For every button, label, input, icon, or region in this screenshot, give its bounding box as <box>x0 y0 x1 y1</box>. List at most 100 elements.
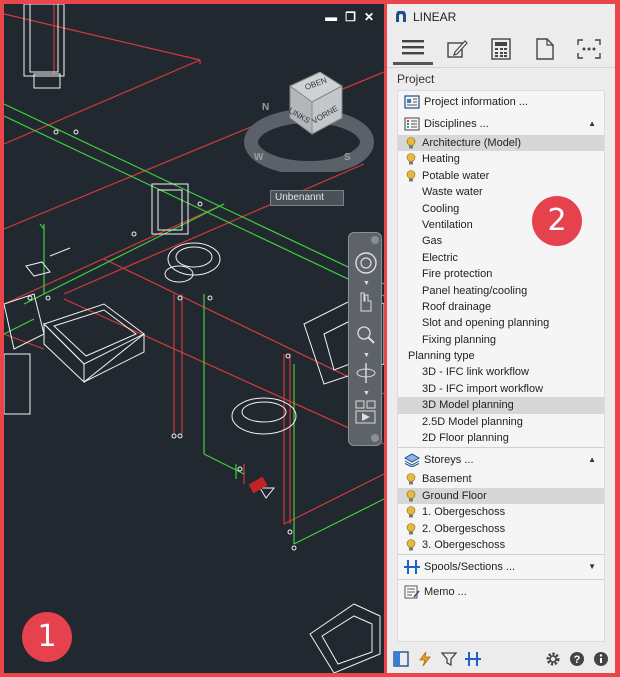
linear-panel: LINEAR Project Project information ... D… <box>387 4 615 673</box>
discipline-item[interactable]: Electric <box>398 250 604 266</box>
discipline-item[interactable]: Architecture (Model) <box>398 135 604 152</box>
planning-type-item[interactable]: 2D Floor planning <box>398 430 604 446</box>
lightbulb-icon[interactable] <box>406 539 416 557</box>
calculator-icon <box>491 37 511 60</box>
help-icon[interactable]: ? <box>569 651 585 667</box>
discipline-item[interactable]: Roof drainage <box>398 299 604 315</box>
storey-item[interactable]: 2. Obergeschoss <box>398 521 604 537</box>
spools-label: Spools/Sections ... <box>424 561 516 574</box>
panel-tabs <box>387 30 615 68</box>
svg-text:▼: ▼ <box>363 390 370 397</box>
disciplines-label: Disciplines ... <box>424 118 489 130</box>
discipline-label: Ventilation <box>422 218 473 231</box>
viewport-window-controls: ▬ ❐ ✕ <box>325 10 374 24</box>
planning-type-list: 3D - IFC link workflow 3D - IFC import wo… <box>398 364 604 446</box>
panel-title: LINEAR <box>413 10 457 24</box>
discipline-item[interactable]: Heating <box>398 151 604 167</box>
discipline-label: Gas <box>422 235 443 248</box>
compass-n: N <box>262 102 269 113</box>
discipline-label: Potable water <box>422 169 490 182</box>
info-icon[interactable] <box>593 651 609 667</box>
svg-text:▼: ▼ <box>363 352 370 359</box>
discipline-item[interactable]: Fire protection <box>398 266 604 282</box>
discipline-item[interactable]: Slot and opening planning <box>398 315 604 331</box>
spools-toolbar-icon[interactable] <box>465 651 481 667</box>
svg-text:▼: ▼ <box>363 280 370 287</box>
discipline-label: Fixing planning <box>422 333 496 346</box>
divider <box>398 579 604 581</box>
project-tree: Project information ... Disciplines ... … <box>397 90 605 642</box>
collapse-caret-icon[interactable]: ▲ <box>588 449 596 471</box>
storeys-icon <box>404 453 420 468</box>
disciplines-header[interactable]: Disciplines ... ▲ <box>398 113 604 135</box>
panel-bottom-toolbar: ? <box>387 645 615 673</box>
steering-wheel-icon <box>355 252 377 274</box>
tab-calculate[interactable] <box>481 33 521 65</box>
storey-item[interactable]: 3. Obergeschoss <box>398 537 604 553</box>
close-icon[interactable]: ✕ <box>364 10 374 24</box>
tab-edit[interactable] <box>437 33 477 65</box>
cad-viewport[interactable]: ▬ ❐ ✕ OBEN LINKS VORNE N W S Unbenannt ▼ <box>4 4 384 673</box>
planning-type-item[interactable]: 3D - IFC link workflow <box>398 364 604 380</box>
planning-type-item[interactable]: 3D - IFC import workflow <box>398 381 604 397</box>
spools-icon <box>404 560 420 575</box>
layout-icon[interactable] <box>393 651 409 667</box>
discipline-label: Architecture (Model) <box>422 137 522 149</box>
storeys-header[interactable]: Storeys ... ▲ <box>398 449 604 471</box>
menu-icon <box>402 40 424 55</box>
tab-menu[interactable] <box>393 33 433 65</box>
minimize-icon[interactable]: ▬ <box>325 10 337 24</box>
gear-icon[interactable] <box>545 651 561 667</box>
tab-more[interactable] <box>569 33 609 65</box>
disciplines-list-icon <box>404 117 420 131</box>
discipline-item[interactable]: Fixing planning <box>398 332 604 348</box>
panel-title-bar: LINEAR <box>387 4 615 30</box>
storey-item[interactable]: Ground Floor <box>398 487 604 505</box>
storey-item[interactable]: Basement <box>398 471 604 487</box>
callout-badge-2: 2 <box>532 196 582 246</box>
lightning-pipe-icon[interactable] <box>417 651 433 667</box>
navigation-bar: ▼ ▼ ▼ <box>348 232 382 446</box>
storey-label: Ground Floor <box>422 489 487 502</box>
compass-w: W <box>254 152 264 163</box>
discipline-item[interactable]: Panel heating/cooling <box>398 283 604 299</box>
tab-document[interactable] <box>525 33 565 65</box>
planning-type-label: 3D - IFC import workflow <box>422 382 544 395</box>
more-icon <box>577 38 601 59</box>
restore-icon[interactable]: ❐ <box>345 10 356 24</box>
discipline-label: Cooling <box>422 202 460 215</box>
discipline-label: Panel heating/cooling <box>422 284 528 297</box>
memo-label: Memo ... <box>424 586 467 599</box>
project-information-item[interactable]: Project information ... <box>398 91 604 113</box>
discipline-item[interactable]: Potable water <box>398 168 604 184</box>
discipline-label: Fire protection <box>422 268 493 281</box>
compass-s: S <box>344 152 351 163</box>
project-info-icon <box>404 95 420 109</box>
planning-type-item[interactable]: 3D Model planning <box>398 397 604 414</box>
discipline-item[interactable]: Waste water <box>398 184 604 200</box>
storey-item[interactable]: 1. Obergeschoss <box>398 504 604 520</box>
view-name-dropdown[interactable]: Unbenannt <box>270 190 344 206</box>
discipline-label: Heating <box>422 153 460 166</box>
pencil-icon <box>447 39 468 58</box>
planning-type-item[interactable]: 2.5D Model planning <box>398 414 604 430</box>
discipline-label: Slot and opening planning <box>422 317 550 330</box>
callout-badge-1: 1 <box>22 612 72 662</box>
svg-text:?: ? <box>574 654 581 666</box>
project-info-label: Project information ... <box>424 96 528 108</box>
filter-icon[interactable] <box>441 651 457 667</box>
planning-type-label: 2D Floor planning <box>422 432 509 445</box>
document-icon <box>536 37 554 60</box>
storey-label: 1. Obergeschoss <box>422 506 506 519</box>
memo-item[interactable]: Memo ... <box>398 581 604 603</box>
spools-sections-header[interactable]: Spools/Sections ... ▼ <box>398 556 604 578</box>
storey-label: 3. Obergeschoss <box>422 538 506 551</box>
planning-type-label: 3D - IFC link workflow <box>422 366 529 379</box>
view-cube[interactable]: OBEN LINKS VORNE N W S <box>244 71 374 175</box>
storeys-list: Basement Ground Floor 1. Obergeschoss 2. Ob… <box>398 471 604 553</box>
expand-caret-icon[interactable]: ▼ <box>588 556 596 578</box>
collapse-caret-icon[interactable]: ▲ <box>588 113 596 135</box>
pan-hand-icon <box>360 292 372 312</box>
section-label-project: Project <box>397 72 435 86</box>
storey-label: 2. Obergeschoss <box>422 522 506 535</box>
